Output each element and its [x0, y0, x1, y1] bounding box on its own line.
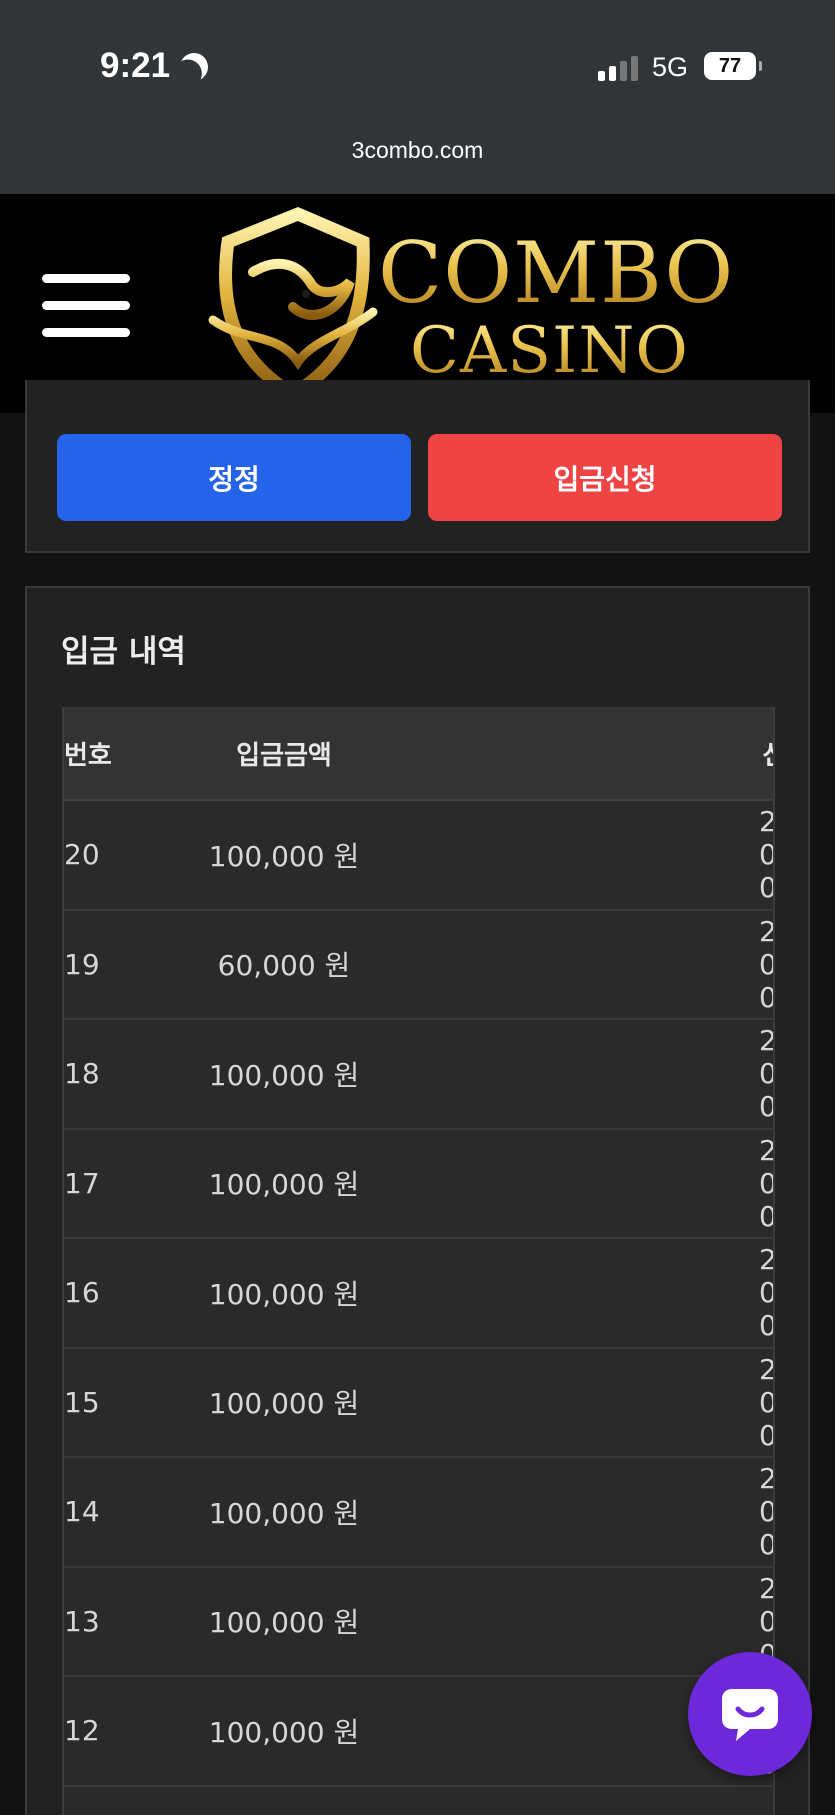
- history-title: 입금 내역: [61, 634, 186, 670]
- signal-icon: [598, 56, 638, 81]
- cell-amount: 100,000 원: [208, 1496, 360, 1530]
- cell-number: 14: [64, 1495, 100, 1529]
- status-bar: 9:21 5G 77 3combo.com: [0, 0, 835, 194]
- logo-text-casino: CASINO: [410, 314, 689, 388]
- cell-number: 19: [64, 947, 100, 981]
- column-header-number: 번호: [64, 740, 112, 771]
- page: 9:21 5G 77 3combo.com COMBO CASINO 정정 입금…: [0, 0, 835, 1815]
- cell-date: 2026-09-06: [434, 1462, 773, 1561]
- cell-amount: 100,000 원: [208, 1715, 360, 1749]
- table-row: 16 100,000 원 2026-09-06: [64, 1239, 773, 1349]
- column-header-amount: 입금금액: [236, 740, 332, 771]
- table-row: 19 60,000 원 2026-09-06: [64, 910, 773, 1020]
- cell-date: 2026-09-06: [434, 1024, 773, 1123]
- action-card: 정정 입금신청: [25, 380, 810, 553]
- cell-amount: 60,000 원: [217, 949, 351, 983]
- chat-bubble-icon: [722, 1689, 778, 1741]
- cell-amount: 100,000 원: [208, 839, 360, 873]
- column-header-date: 신청일: [434, 735, 773, 772]
- cell-date: 2026-09-06: [434, 1243, 773, 1342]
- table-row: 14 100,000 원 2026-09-06: [64, 1458, 773, 1568]
- logo-text-combo: COMBO: [378, 224, 735, 322]
- table-row: 20 100,000 원 2026-09-07: [64, 801, 773, 911]
- fix-button[interactable]: 정정: [57, 434, 411, 521]
- cell-amount: 100,000 원: [208, 1168, 360, 1202]
- deposit-history-card: 입금 내역 번호 입금금액 신청일 20100,000 원2026-09-071…: [25, 586, 810, 1815]
- moon-icon: [176, 49, 212, 85]
- history-table-scroll[interactable]: 번호 입금금액 신청일 20 100,000 원 2026-09-07 19 60,00…: [62, 707, 775, 1815]
- cell-amount: 100,000 원: [208, 1606, 360, 1640]
- cell-number: 18: [64, 1057, 100, 1091]
- cell-date: 2026-09-07: [434, 805, 773, 904]
- site-logo[interactable]: COMBO CASINO: [198, 202, 733, 407]
- cell-number: 13: [64, 1604, 100, 1638]
- hamburger-icon[interactable]: [42, 274, 130, 338]
- cell-amount: 100,000 원: [208, 1277, 360, 1311]
- clock-time: 9:21: [100, 46, 171, 85]
- cell-date: 2026-09-06: [434, 1353, 773, 1452]
- history-table: 번호 입금금액 신청일 20 100,000 원 2026-09-07 19 60,00…: [64, 707, 773, 1787]
- table-row: 17 100,000 원 2026-09-06: [64, 1129, 773, 1239]
- address-bar-url[interactable]: 3combo.com: [0, 137, 835, 164]
- table-row: 13 100,000 원 2026-09-06: [64, 1567, 773, 1677]
- battery-icon: 77: [704, 52, 762, 80]
- cell-date: 2026-09-06: [434, 1572, 773, 1671]
- cell-amount: 100,000 원: [208, 1058, 360, 1092]
- chat-button[interactable]: [688, 1652, 812, 1776]
- table-row: 15 100,000 원 2026-09-06: [64, 1348, 773, 1458]
- table-row: 18 100,000 원 2026-09-06: [64, 1020, 773, 1130]
- cell-number: 16: [64, 1276, 100, 1310]
- cell-number: 17: [64, 1166, 100, 1200]
- deposit-request-button[interactable]: 입금신청: [428, 434, 782, 521]
- cell-date: 2026-09-06: [434, 1134, 773, 1233]
- clock: 9:21: [100, 46, 208, 86]
- cell-date: 2026-09-06: [434, 915, 773, 1014]
- cell-number: 15: [64, 1385, 100, 1419]
- table-header: 번호 입금금액 신청일: [64, 707, 773, 801]
- cell-amount: 100,000 원: [208, 1387, 360, 1421]
- table-row: 12100,000 원2026-09-06: [64, 1677, 773, 1787]
- cell-number: 20: [64, 838, 100, 872]
- network-label: 5G: [652, 52, 689, 82]
- cell-number: 12: [64, 1714, 100, 1748]
- shield-logo-icon: [208, 206, 378, 402]
